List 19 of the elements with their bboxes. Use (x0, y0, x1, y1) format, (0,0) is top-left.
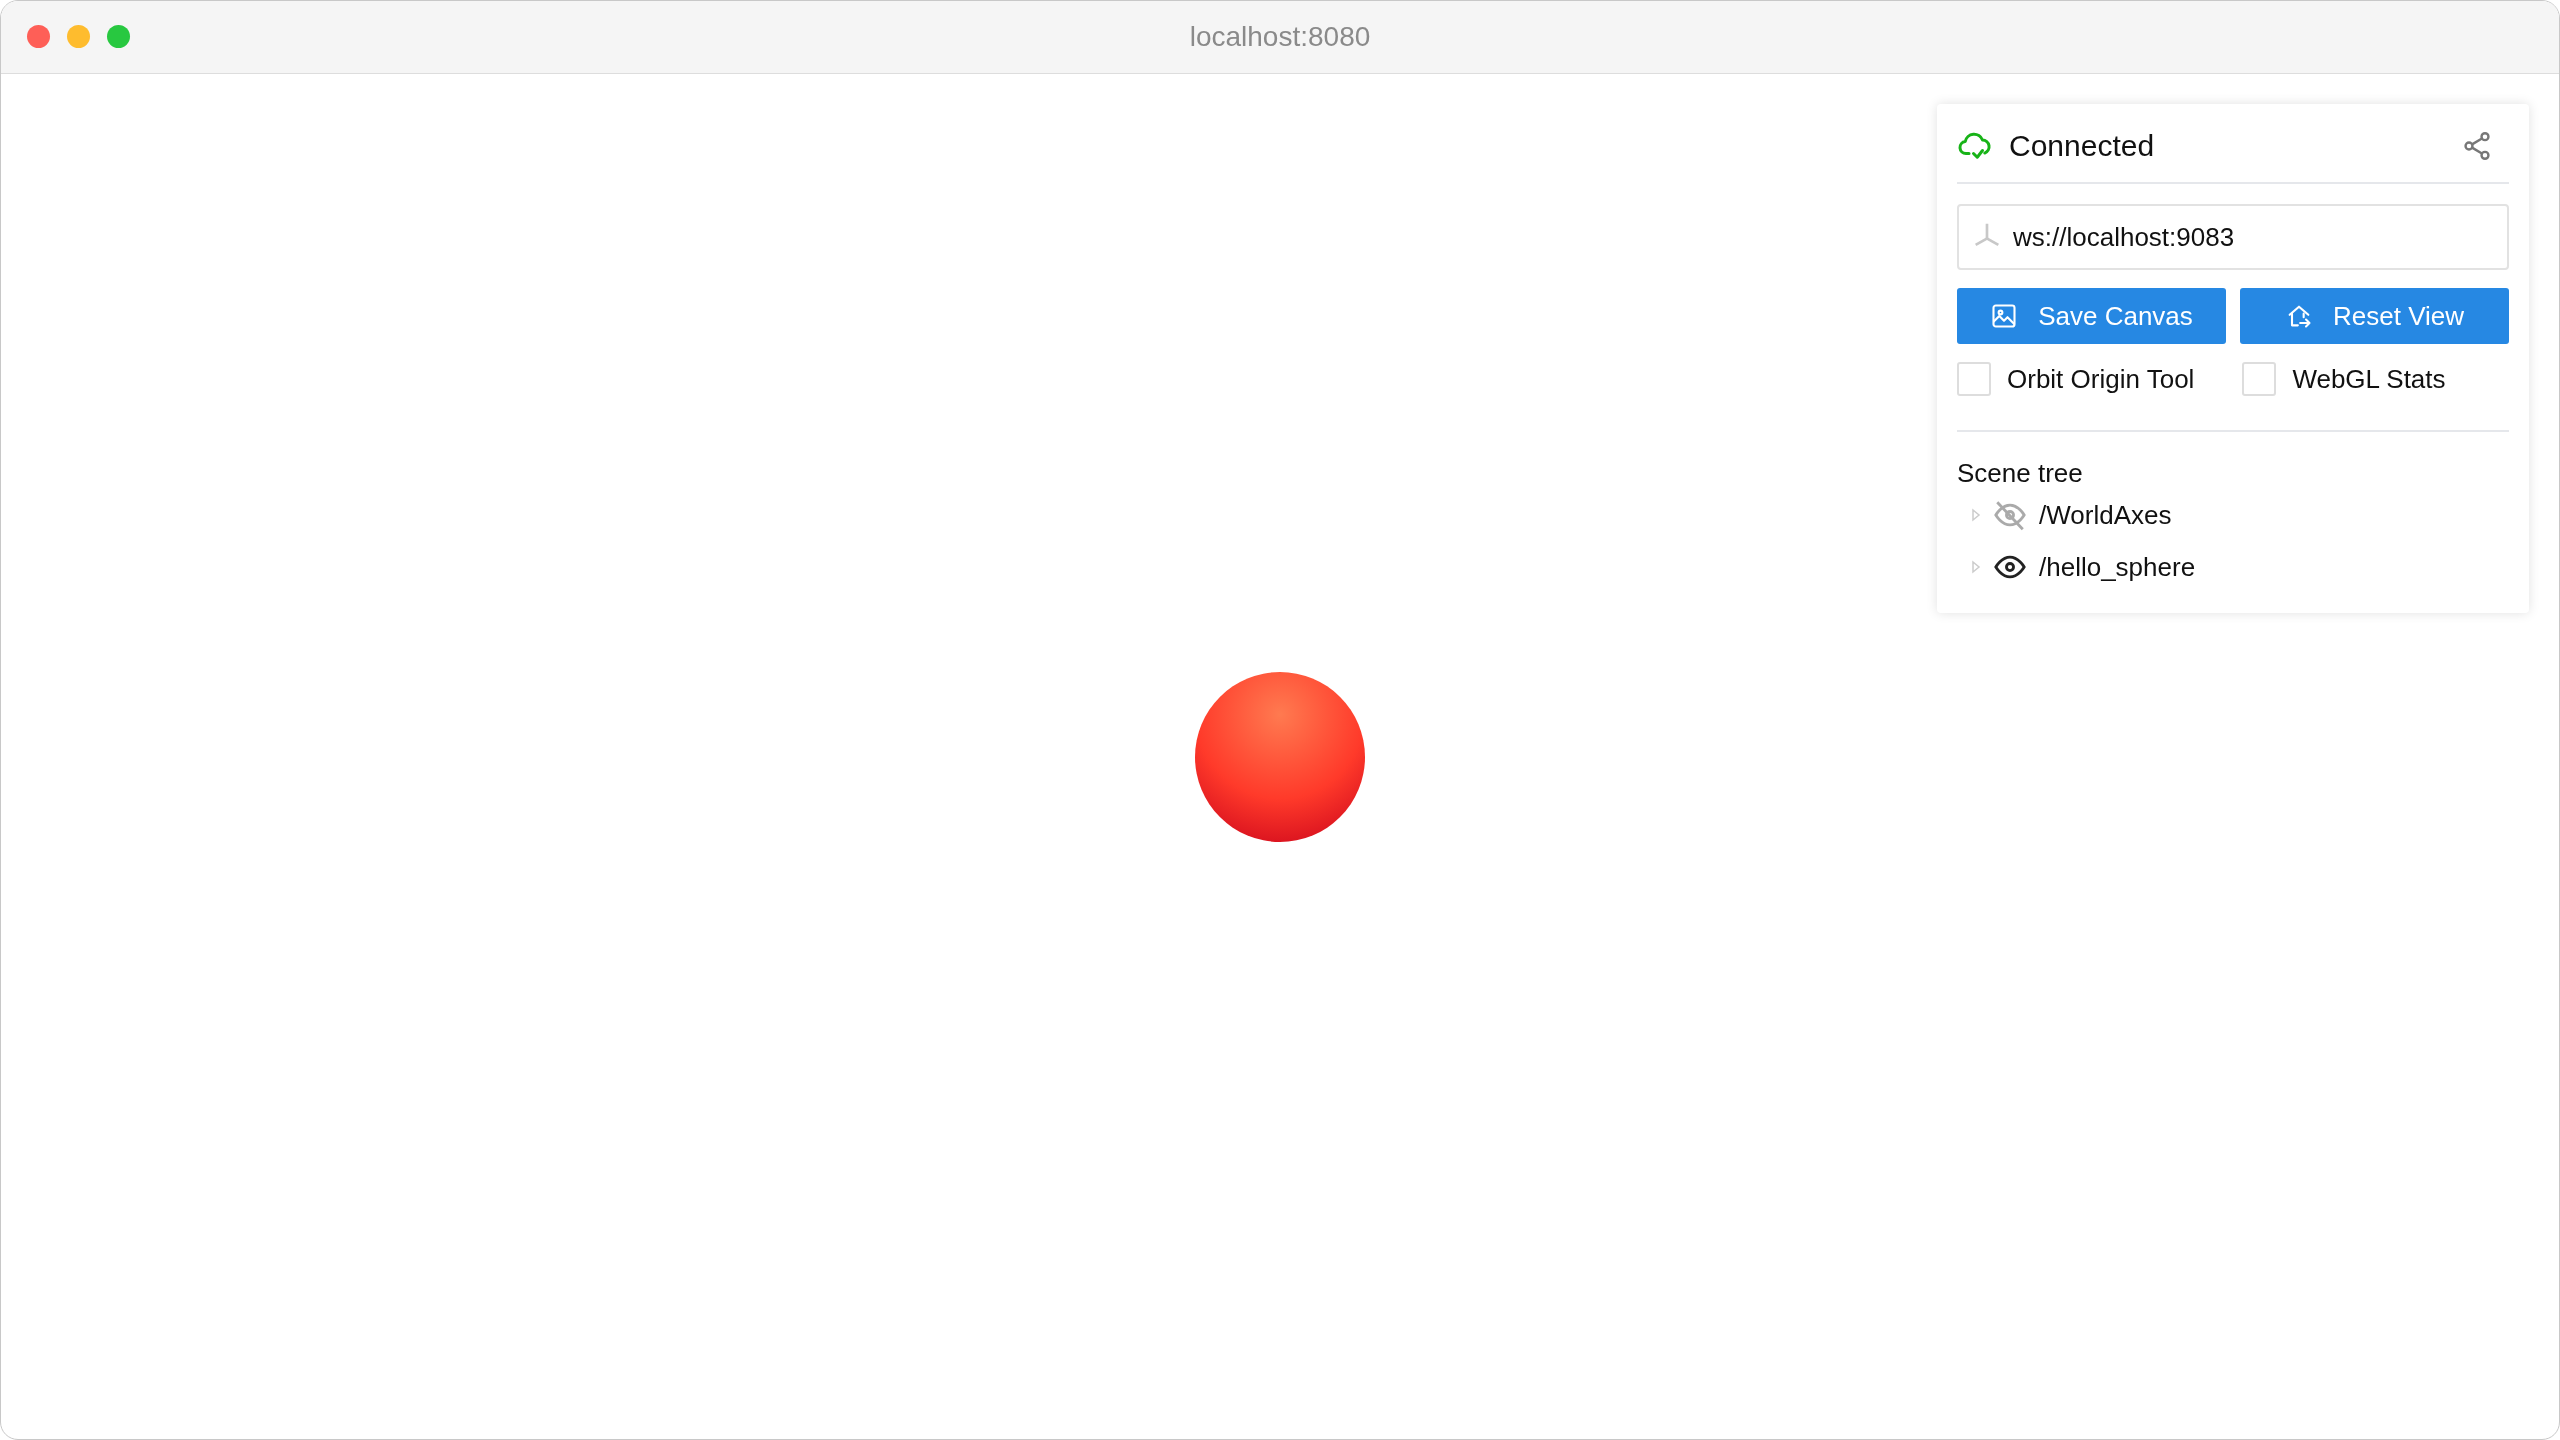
caret-icon[interactable] (1971, 560, 1981, 574)
tree-item-name[interactable]: /WorldAxes (2039, 499, 2172, 531)
reset-view-button[interactable]: Reset View (2240, 288, 2509, 344)
maximize-button[interactable] (107, 25, 130, 48)
minimize-button[interactable] (67, 25, 90, 48)
checkbox[interactable] (1957, 362, 1991, 396)
image-icon (1990, 302, 2019, 330)
caret-icon[interactable] (1971, 508, 1981, 522)
checkbox-label: WebGL Stats (2292, 363, 2446, 395)
section-title: Scene tree (1957, 458, 2084, 489)
connection-status: Connected (2009, 129, 2156, 163)
checkbox[interactable] (2242, 362, 2277, 396)
close-button[interactable] (27, 25, 50, 48)
server-url-field[interactable]: ws://localhost:9083 (1957, 204, 2509, 270)
share-icon[interactable] (2461, 130, 2493, 162)
window-title: localhost:8080 (1189, 21, 1371, 53)
tree-item-name[interactable]: /hello_sphere (2039, 551, 2196, 583)
save-canvas-button[interactable]: Save Canvas (1957, 288, 2226, 344)
checkbox-label: Orbit Origin Tool (2007, 363, 2195, 395)
